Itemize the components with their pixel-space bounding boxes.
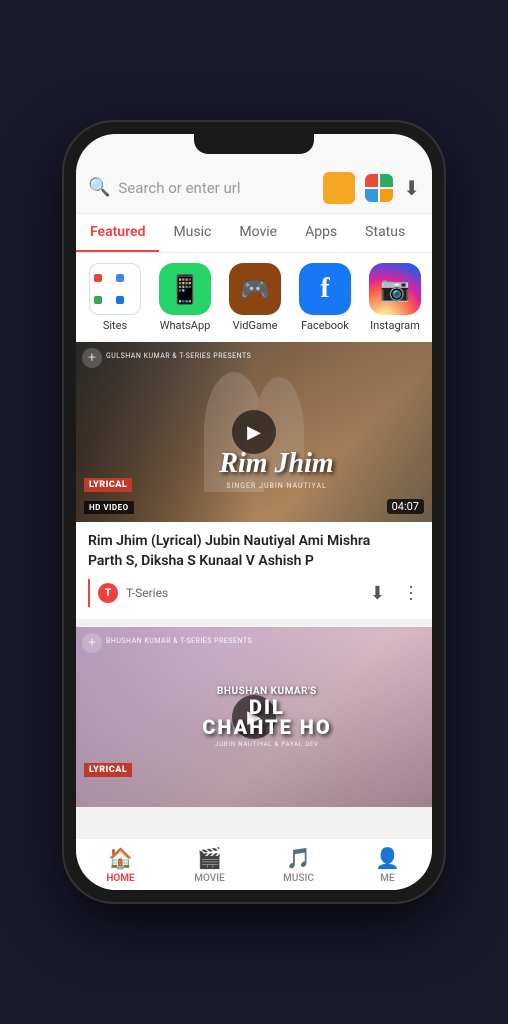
search-input[interactable]: Search or enter url [118, 179, 315, 197]
singer-text: Singer Jubin Nautiyal [131, 482, 422, 490]
app-vidgame-label: VidGame [233, 319, 278, 332]
channel-logo-t: T [105, 588, 111, 599]
nav-music-label: MUSIC [283, 873, 314, 884]
rim-jhim-thumbnail[interactable]: + Gulshan Kumar & T-Series Presents Rim … [76, 342, 432, 522]
app-whatsapp[interactable]: 📱 WhatsApp [154, 263, 216, 332]
vidgame-icon: 🎮 [229, 263, 281, 315]
dil-chahte-title: BHUSHAN KUMAR'S DILCHAHTE HO Jubin Nauti… [202, 686, 331, 748]
music-icon: 🎵 [286, 846, 311, 870]
dil-singers-text: Jubin Nautiyal & Payal Dev [202, 741, 331, 748]
search-icon: 🔍 [88, 177, 110, 198]
bottom-nav: 🏠 HOME 🎬 MOVIE 🎵 MUSIC 👤 ME [76, 838, 432, 890]
search-icons-right: ⬇ [323, 172, 420, 204]
nav-home-label: HOME [106, 873, 134, 884]
app-instagram-label: Instagram [370, 319, 420, 332]
app-facebook-label: Facebook [301, 319, 349, 332]
channel-info: T T-Series [88, 579, 168, 607]
play-button-rim-jhim[interactable]: ▶ [232, 410, 276, 454]
dil-presenter-text: Bhushan Kumar & T-Series Presents [106, 637, 252, 645]
notch [194, 134, 314, 154]
phone-wrapper: 🔍 Search or enter url [0, 0, 508, 1024]
me-icon: 👤 [375, 846, 400, 870]
apps-row: Sites 📱 WhatsApp 🎮 VidGame f Facebook [76, 253, 432, 342]
more-options-icon[interactable]: ⋯ [400, 584, 421, 603]
instagram-icon: 📷 [369, 263, 421, 315]
app-shortcut-icon[interactable] [323, 172, 355, 204]
video-title-rim-jhim: Rim Jhim (Lyrical) Jubin Nautiyal Ami Mi… [88, 532, 420, 571]
tab-apps[interactable]: Apps [291, 214, 351, 252]
lyrical-badge-dil: LYRICAL [84, 763, 132, 777]
tabs-bar: Featured Music Movie Apps Status Image [76, 214, 432, 253]
phone-frame: 🔍 Search or enter url [64, 122, 444, 902]
hd-badge: HD VIDEO [84, 501, 134, 514]
tab-image[interactable]: Image [419, 214, 432, 252]
nav-me-label: ME [380, 873, 394, 884]
rim-jhim-script-title: Rim Jhim [131, 448, 422, 480]
global-download-icon[interactable]: ⬇ [403, 176, 420, 200]
plus-icon-dil: + [82, 633, 102, 653]
app-sites[interactable]: Sites [84, 263, 146, 332]
tab-music[interactable]: Music [159, 214, 225, 252]
download-icon[interactable]: ⬇ [370, 583, 385, 604]
tab-status[interactable]: Status [351, 214, 419, 252]
app-sites-label: Sites [103, 319, 127, 332]
nav-movie[interactable]: 🎬 MOVIE [165, 839, 254, 890]
channel-name: T-Series [126, 586, 168, 600]
home-icon: 🏠 [108, 846, 133, 870]
nav-music[interactable]: 🎵 MUSIC [254, 839, 343, 890]
dil-chahte-thumbnail[interactable]: + Bhushan Kumar & T-Series Presents LYRI… [76, 627, 432, 807]
lyrical-badge: LYRICAL [84, 478, 132, 492]
channel-divider [88, 579, 90, 607]
phone-screen: 🔍 Search or enter url [76, 134, 432, 890]
channel-logo: T [98, 583, 118, 603]
nav-me[interactable]: 👤 ME [343, 839, 432, 890]
video-duration-rim-jhim: 04:07 [387, 499, 424, 514]
video-actions: ⬇ ⋯ [370, 583, 420, 604]
rim-jhim-title-overlay: Rim Jhim Singer Jubin Nautiyal [131, 448, 422, 490]
sites-icon [89, 263, 141, 315]
app-facebook[interactable]: f Facebook [294, 263, 356, 332]
search-bar[interactable]: 🔍 Search or enter url [76, 162, 432, 214]
content-area: + Gulshan Kumar & T-Series Presents Rim … [76, 342, 432, 848]
video-info-rim-jhim: Rim Jhim (Lyrical) Jubin Nautiyal Ami Mi… [76, 522, 432, 619]
video-meta-rim-jhim: T T-Series ⬇ ⋯ [88, 579, 420, 613]
video-card-dil-chahte-ho: + Bhushan Kumar & T-Series Presents LYRI… [76, 627, 432, 807]
movie-icon: 🎬 [197, 846, 222, 870]
app-instagram[interactable]: 📷 Instagram [364, 263, 426, 332]
nav-movie-label: MOVIE [194, 873, 224, 884]
video-card-rim-jhim: + Gulshan Kumar & T-Series Presents Rim … [76, 342, 432, 619]
app-whatsapp-label: WhatsApp [160, 319, 211, 332]
rubik-icon[interactable] [365, 174, 393, 202]
whatsapp-icon: 📱 [159, 263, 211, 315]
facebook-icon: f [299, 263, 351, 315]
app-vidgame[interactable]: 🎮 VidGame [224, 263, 286, 332]
nav-home[interactable]: 🏠 HOME [76, 839, 165, 890]
status-bar [76, 134, 432, 162]
tab-movie[interactable]: Movie [225, 214, 291, 252]
tab-featured[interactable]: Featured [76, 214, 159, 252]
